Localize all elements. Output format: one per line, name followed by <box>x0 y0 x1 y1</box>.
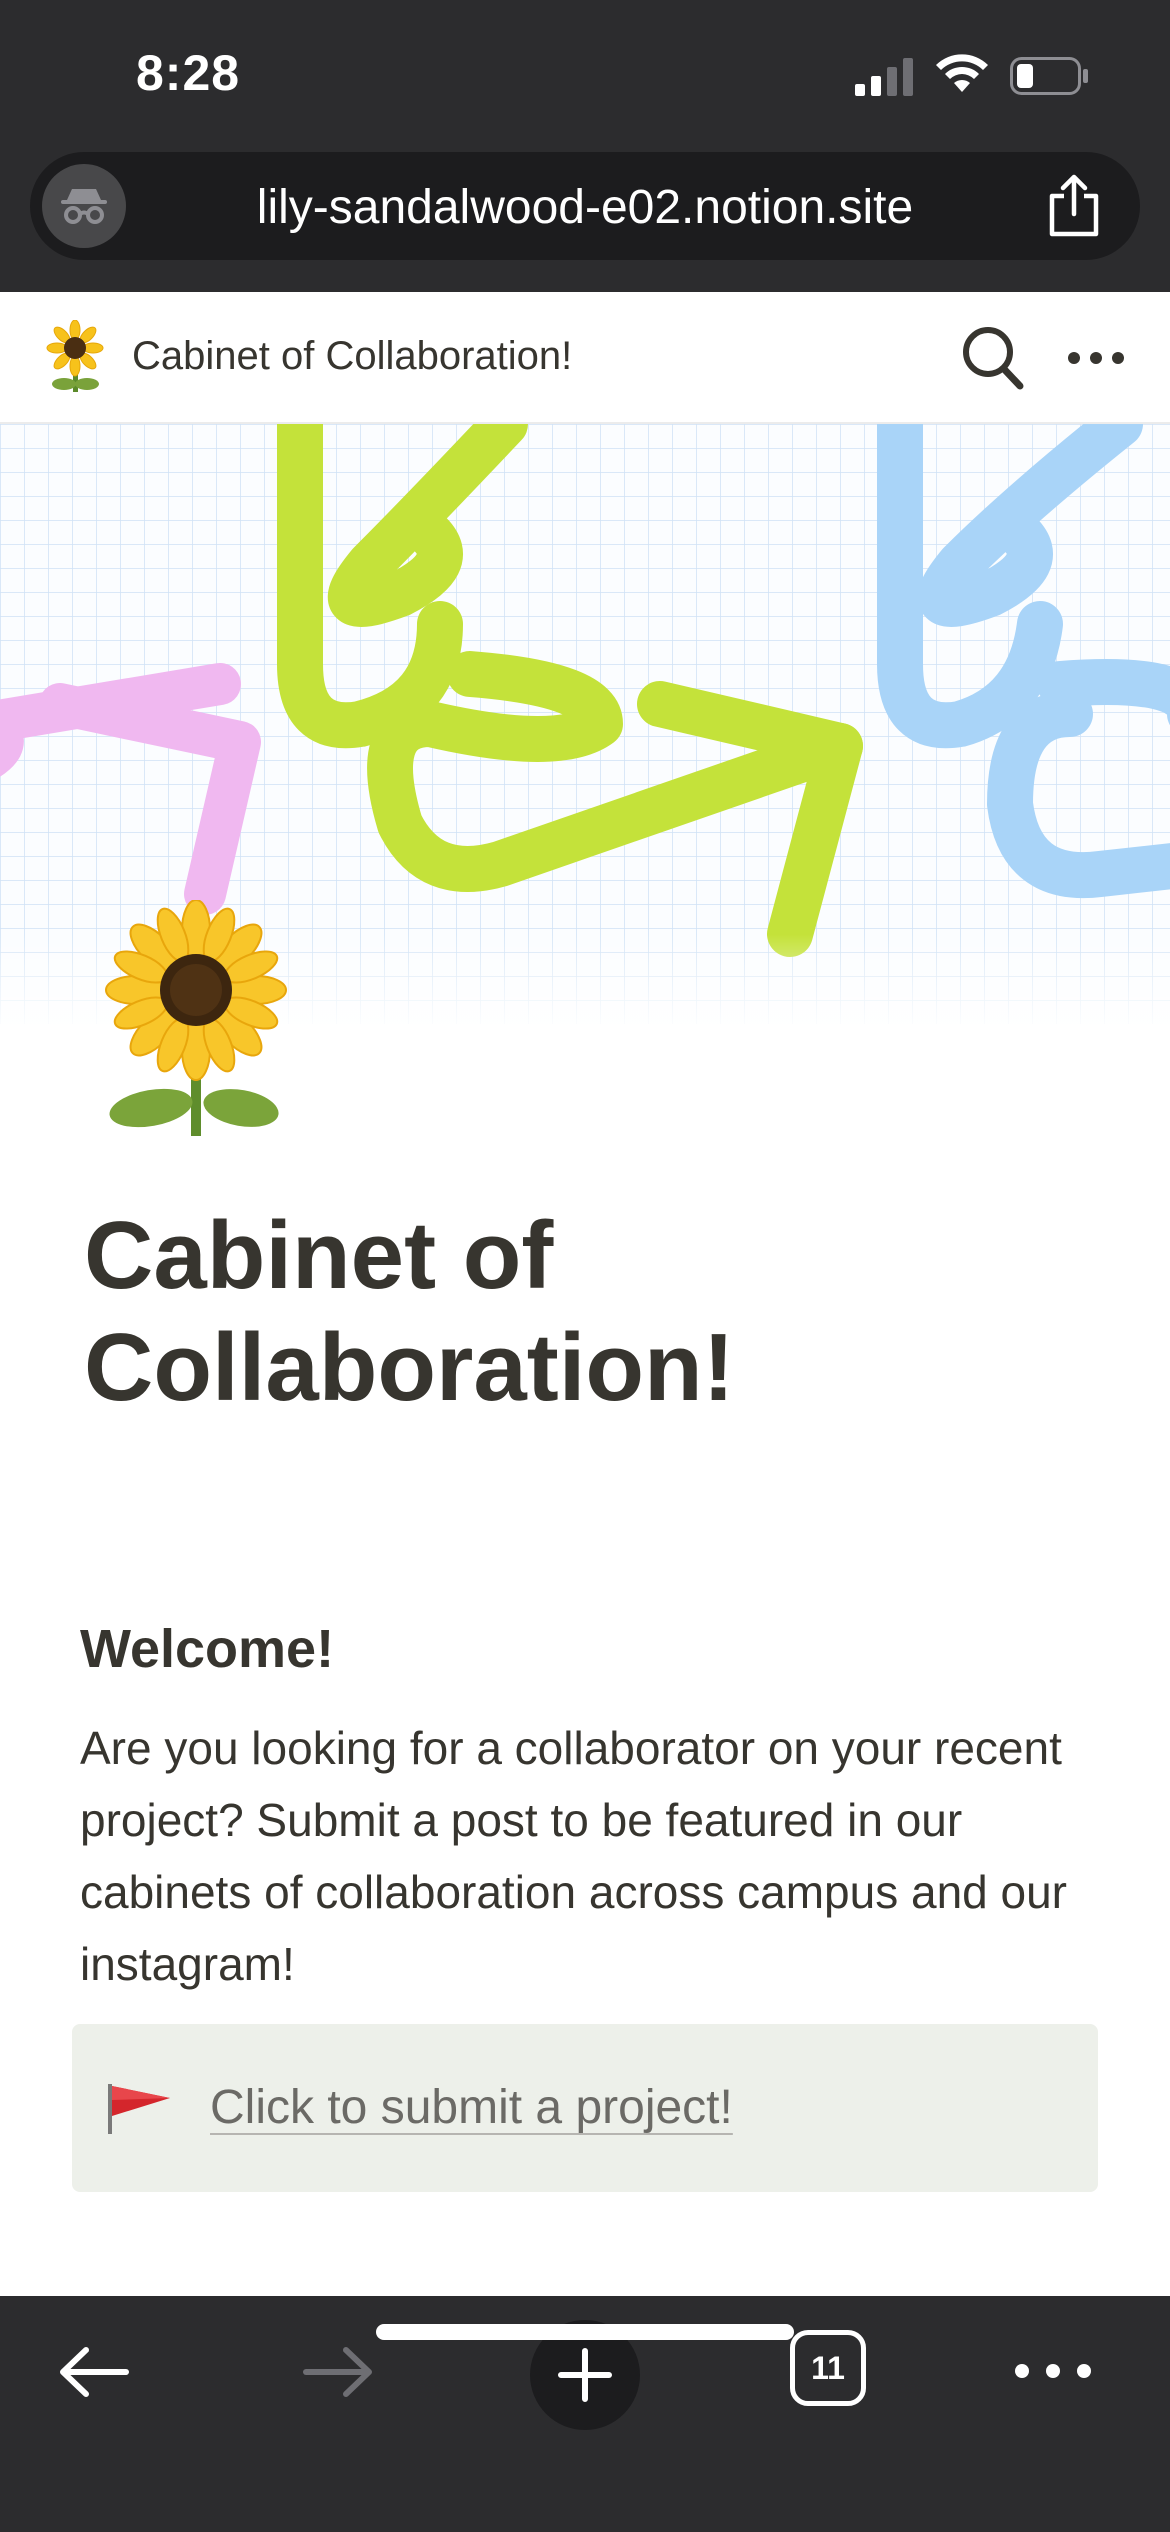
home-indicator[interactable] <box>376 2324 794 2340</box>
browser-top-chrome: 8:28 lily-sandalwood-e02.notion.site <box>0 0 1170 292</box>
cellular-signal-icon <box>855 58 913 96</box>
notion-topbar: Cabinet of Collaboration! <box>0 292 1170 424</box>
search-icon[interactable] <box>960 322 1026 394</box>
submit-project-link[interactable]: Click to submit a project! <box>210 2080 733 2135</box>
plus-icon <box>558 2348 612 2402</box>
more-options-icon[interactable] <box>1066 346 1126 370</box>
welcome-paragraph: Are you looking for a collaborator on yo… <box>80 1722 1068 1990</box>
forward-button[interactable] <box>296 2340 380 2404</box>
battery-icon <box>1010 57 1088 95</box>
wifi-icon <box>936 54 988 92</box>
more-menu-icon[interactable] <box>1010 2356 1096 2386</box>
arrow-left-icon <box>60 2347 129 2397</box>
status-time: 8:28 <box>136 45 241 101</box>
header-page-title[interactable]: Cabinet of Collaboration! <box>132 334 572 379</box>
url-text[interactable]: lily-sandalwood-e02.notion.site <box>30 180 1140 235</box>
back-button[interactable] <box>52 2340 136 2404</box>
red-flag-icon <box>108 2084 170 2134</box>
welcome-heading: Welcome! <box>80 1619 335 1679</box>
tabs-overview-button[interactable]: 11 <box>790 2330 866 2406</box>
address-bar[interactable]: lily-sandalwood-e02.notion.site <box>30 152 1140 260</box>
page-title: Cabinet of Collaboration! <box>84 1202 735 1421</box>
sunflower-page-icon[interactable] <box>96 900 296 1140</box>
sunflower-icon <box>46 320 104 392</box>
share-icon[interactable] <box>1044 174 1104 238</box>
status-bar: 8:28 <box>0 0 1170 150</box>
submit-callout: Click to submit a project! <box>72 2024 1098 2192</box>
tab-count: 11 <box>811 2349 845 2386</box>
arrow-right-icon <box>303 2347 372 2397</box>
